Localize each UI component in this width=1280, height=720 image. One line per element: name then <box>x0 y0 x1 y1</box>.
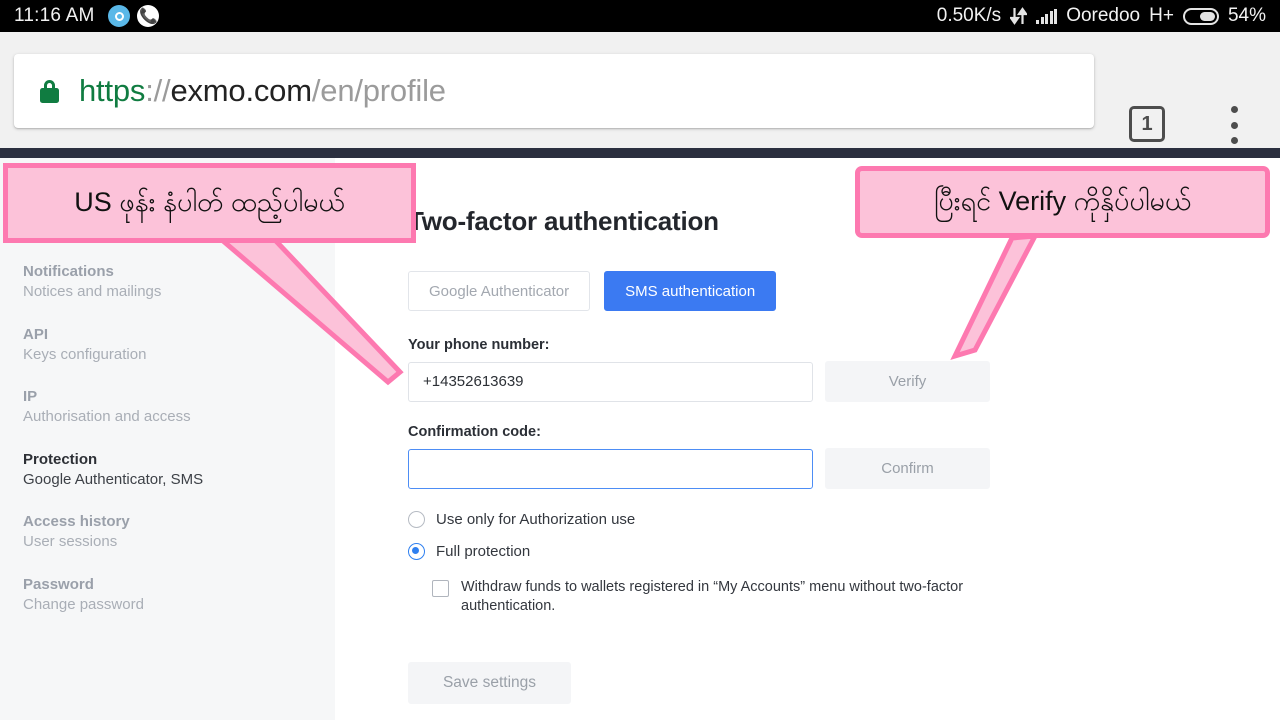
tab-sms-authentication[interactable]: SMS authentication <box>604 271 777 311</box>
status-bar-notification-icons: 📞 <box>108 5 160 27</box>
sidebar-item-subtitle: Keys configuration <box>23 345 147 363</box>
battery-icon <box>1182 7 1219 25</box>
confirmation-code-row: Confirm <box>408 448 1280 489</box>
data-transfer-arrows-icon <box>1010 6 1028 25</box>
sidebar-item-title: Protection <box>23 450 98 468</box>
sidebar-item-title: Notifications <box>23 263 114 280</box>
status-bar-clock: 11:16 AM <box>14 5 95 26</box>
phone-number-label: Your phone number: <box>408 337 550 353</box>
page-title: Two-factor authentication <box>408 206 719 236</box>
screenshot-root: 11:16 AM 📞 0.50K/s Ooredoo H+ 54% https:… <box>0 0 1280 720</box>
radio-option-label: Use only for Authorization use <box>436 511 636 528</box>
profile-sidebar: Notifications Notices and mailings API K… <box>0 158 335 720</box>
confirmation-code-input[interactable] <box>408 448 813 489</box>
secure-lock-icon <box>40 79 59 103</box>
android-status-bar: 11:16 AM 📞 0.50K/s Ooredoo H+ 54% <box>0 0 1280 32</box>
phone-number-input[interactable] <box>408 361 813 402</box>
status-bar-data-rate: 0.50K/s <box>936 5 1002 26</box>
sidebar-item-subtitle: Google Authenticator, SMS <box>23 470 204 488</box>
sidebar-item-subtitle: User sessions <box>23 533 118 551</box>
radio-option-authorization-only[interactable]: Use only for Authorization use <box>408 511 1280 528</box>
browser-chrome: https://exmo.com/en/profile 1 <box>0 32 1280 148</box>
tab-google-authenticator[interactable]: Google Authenticator <box>408 271 591 311</box>
checkbox-icon[interactable] <box>432 580 449 597</box>
phone-number-row: Verify <box>408 361 1280 402</box>
sidebar-item-protection[interactable]: Protection Google Authenticator, SMS <box>23 450 335 491</box>
status-bar-carrier: Ooredoo <box>1066 5 1141 26</box>
sidebar-item-subtitle: Notices and mailings <box>23 283 162 301</box>
sidebar-item-access-history[interactable]: Access history User sessions <box>23 512 335 553</box>
chat-bubble-icon <box>108 5 131 27</box>
sidebar-item-title: IP <box>23 388 38 405</box>
save-settings-button[interactable]: Save settings <box>408 662 571 705</box>
url-scheme: https <box>79 73 146 108</box>
radio-option-full-protection[interactable]: Full protection <box>408 543 1280 560</box>
verify-button[interactable]: Verify <box>825 361 990 402</box>
page-body: Notifications Notices and mailings API K… <box>0 158 1280 720</box>
cellular-signal-icon <box>1036 8 1058 24</box>
sidebar-item-password[interactable]: Password Change password <box>23 575 335 616</box>
sidebar-item-ip[interactable]: IP Authorisation and access <box>23 387 335 428</box>
sidebar-item-api[interactable]: API Keys configuration <box>23 325 335 366</box>
tab-count-button[interactable]: 1 <box>1129 106 1165 142</box>
sidebar-item-title: Password <box>23 575 94 593</box>
status-bar-network-type: H+ <box>1149 5 1174 26</box>
url-separator: :// <box>145 73 171 108</box>
address-bar-url: https://exmo.com/en/profile <box>79 73 446 109</box>
sidebar-item-title: Access history <box>23 513 130 530</box>
radio-icon[interactable] <box>408 511 425 528</box>
url-host: exmo.com <box>170 73 312 108</box>
sidebar-item-subtitle: Authorisation and access <box>23 408 191 426</box>
url-path: /en/profile <box>311 73 446 108</box>
sidebar-item-subtitle: Change password <box>23 595 144 613</box>
sidebar-item-notifications[interactable]: Notifications Notices and mailings <box>23 262 335 303</box>
confirm-button[interactable]: Confirm <box>825 448 990 489</box>
site-header-band <box>0 148 1280 158</box>
overflow-menu-icon[interactable] <box>1226 106 1242 144</box>
main-content: Two-factor authentication Google Authent… <box>335 158 1280 720</box>
two-factor-method-tabs: Google Authenticator SMS authentication <box>408 271 1280 311</box>
radio-icon-selected[interactable] <box>408 543 425 560</box>
radio-option-label: Full protection <box>436 543 531 560</box>
phone-call-icon: 📞 <box>137 5 160 27</box>
withdraw-without-2fa-label: Withdraw funds to wallets registered in … <box>461 579 964 615</box>
address-bar[interactable]: https://exmo.com/en/profile <box>14 54 1094 128</box>
withdraw-without-2fa-option[interactable]: Withdraw funds to wallets registered in … <box>432 578 1280 616</box>
sidebar-item-title: API <box>23 325 49 343</box>
protection-mode-options: Use only for Authorization use Full prot… <box>408 511 1280 616</box>
confirmation-code-label: Confirmation code: <box>408 424 541 440</box>
status-bar-battery-percent: 54% <box>1227 5 1266 26</box>
